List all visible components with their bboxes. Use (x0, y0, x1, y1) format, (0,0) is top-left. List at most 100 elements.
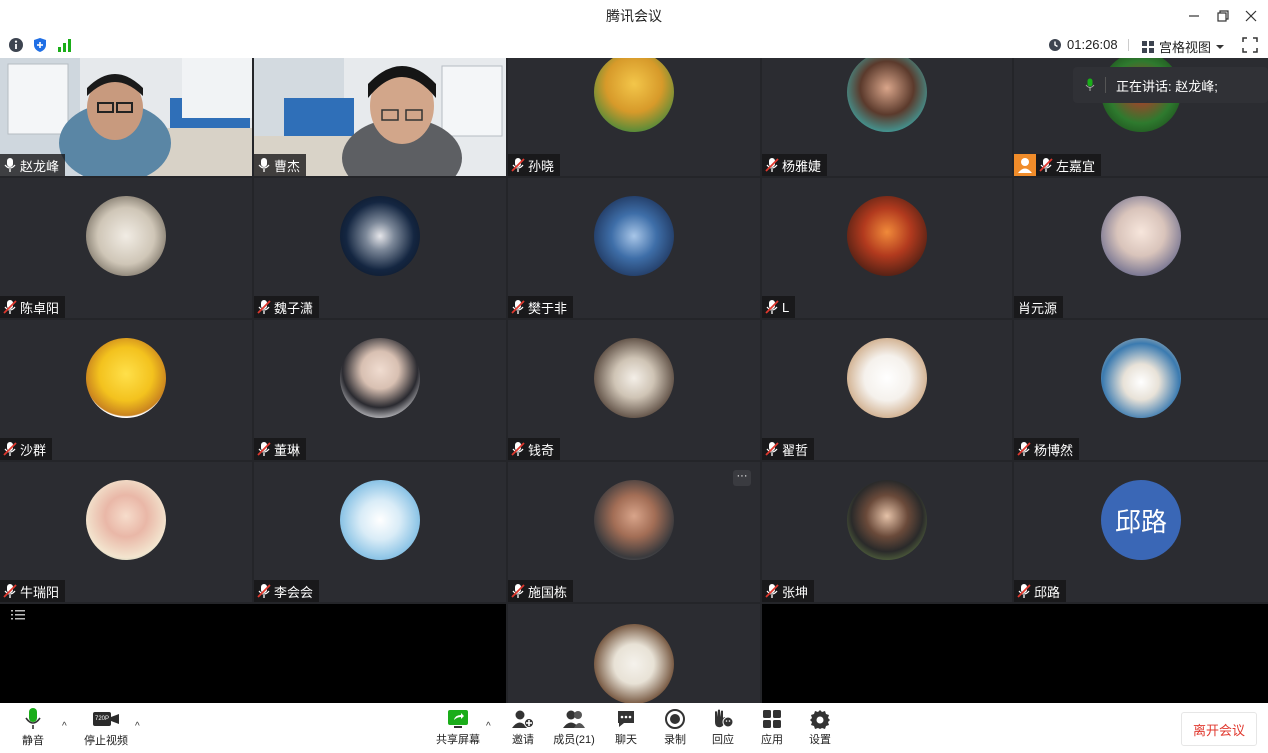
members-label: 成员(21) (553, 734, 595, 746)
microphone-muted-icon (257, 442, 271, 456)
video-options-caret-icon[interactable]: ^ (135, 721, 140, 732)
close-button[interactable] (1234, 0, 1268, 32)
camera-lens-icon (111, 714, 119, 724)
participant-tile[interactable]: 李会会 (254, 462, 506, 602)
microphone-muted-icon (765, 158, 779, 172)
invite-button[interactable]: 邀请 (508, 703, 538, 753)
participant-name: 邱路 (1034, 584, 1061, 600)
microphone-muted-icon (3, 442, 17, 456)
participant-tile[interactable]: 肖元源 (1014, 178, 1268, 318)
apps-grid-icon (763, 710, 781, 728)
record-icon (665, 709, 685, 729)
record-label: 录制 (664, 734, 686, 746)
participant-name: 孙晓 (528, 158, 555, 174)
fullscreen-icon[interactable] (1242, 37, 1258, 53)
list-icon[interactable] (10, 608, 26, 622)
view-switcher[interactable]: 宫格视图 (1141, 37, 1225, 56)
settings-button[interactable]: 设置 (806, 703, 834, 753)
participant-tile[interactable]: 邱路 邱路 (1014, 462, 1268, 602)
participant-name: 牛瑞阳 (20, 584, 60, 600)
participant-tile[interactable]: 孙晓 (508, 58, 760, 176)
participant-nametag: 张坤 (762, 580, 815, 602)
avatar (340, 480, 420, 560)
record-button[interactable]: 录制 (661, 703, 689, 753)
avatar (340, 338, 420, 418)
participant-tile[interactable]: 牛瑞阳 (0, 462, 252, 602)
participant-name: 翟哲 (782, 442, 809, 458)
raise-hand-icon (715, 709, 734, 728)
share-options-caret-icon[interactable]: ^ (486, 721, 491, 732)
video-quality-badge: 720P (93, 712, 111, 726)
signal-strength-icon[interactable] (57, 37, 73, 53)
participant-name: 左嘉宜 (1056, 158, 1096, 174)
chat-button[interactable]: 聊天 (612, 703, 640, 753)
participant-nametag: 杨雅婕 (762, 154, 828, 176)
share-screen-button[interactable]: 共享屏幕 (436, 703, 480, 753)
mute-button[interactable]: 静音 (20, 703, 46, 753)
bottom-toolbar: 静音 ^ 720P 停止视频 ^ 共享屏幕 ^ 邀请 成员(21) 聊天 录制 … (0, 703, 1268, 753)
participant-tile[interactable]: L (762, 178, 1012, 318)
microphone-icon (1085, 78, 1095, 91)
participant-tile[interactable]: 杨雅婕 (762, 58, 1012, 176)
invite-label: 邀请 (512, 734, 534, 746)
avatar-initials: 邱路 (1101, 480, 1181, 560)
avatar (86, 196, 166, 276)
microphone-muted-icon (257, 300, 271, 314)
reactions-label: 回应 (712, 734, 734, 746)
participant-tile[interactable] (508, 604, 760, 703)
caret-down-icon (1216, 44, 1225, 49)
participant-tile[interactable]: 杨博然 (1014, 320, 1268, 460)
avatar (86, 338, 166, 418)
gear-icon (810, 710, 830, 729)
participant-nametag: 施国栋 (508, 580, 574, 602)
participant-tile-video[interactable]: 曹杰 (254, 58, 506, 176)
microphone-muted-icon (511, 442, 525, 456)
participant-nametag: 翟哲 (762, 438, 815, 460)
participant-tile[interactable]: 董琳 (254, 320, 506, 460)
microphone-muted-icon (765, 442, 779, 456)
participant-tile-video[interactable]: 赵龙峰 (0, 58, 252, 176)
video-camera-icon: 720P (93, 708, 119, 730)
clock-icon (1049, 38, 1061, 51)
participant-nametag: 沙群 (0, 438, 53, 460)
avatar-initials-text: 邱路 (1114, 506, 1167, 537)
info-icon[interactable] (8, 37, 24, 53)
leave-meeting-button[interactable]: 离开会议 (1181, 712, 1257, 746)
meeting-timer: 01:26:08 (1048, 37, 1118, 52)
microphone-muted-icon (3, 584, 17, 598)
participant-tile[interactable]: 樊于非 (508, 178, 760, 318)
participant-tile[interactable]: 沙群 (0, 320, 252, 460)
meeting-info-bar: 01:26:08 宫格视图 (0, 32, 1268, 58)
empty-tile (762, 604, 1268, 703)
participant-nametag: 陈卓阳 (0, 296, 66, 318)
participant-tile[interactable]: 钱奇 (508, 320, 760, 460)
view-label: 宫格视图 (1159, 40, 1212, 55)
microphone-muted-icon (1017, 442, 1031, 456)
microphone-icon (258, 158, 270, 172)
participant-nametag: 樊于非 (508, 296, 574, 318)
stop-video-button[interactable]: 720P 停止视频 (84, 703, 128, 753)
timer-text: 01:26:08 (1067, 37, 1118, 52)
video-grid: 赵龙峰 曹杰 孙晓 杨雅婕 左嘉宜 陈卓阳 魏子潇 樊于非 L 肖元源 沙群 董… (0, 58, 1268, 703)
restore-icon (1217, 10, 1229, 22)
participant-tile[interactable]: 魏子潇 (254, 178, 506, 318)
reactions-button[interactable]: 回应 (709, 703, 737, 753)
user-avatar-icon (1014, 154, 1036, 176)
microphone-icon (25, 708, 41, 729)
more-options-button[interactable]: ··· (733, 470, 751, 486)
participant-name: 魏子潇 (274, 300, 314, 316)
avatar (594, 624, 674, 703)
mute-options-caret-icon[interactable]: ^ (62, 721, 67, 732)
participant-tile[interactable]: 施国栋 (508, 462, 760, 602)
participant-nametag: 曹杰 (254, 154, 307, 176)
security-shield-icon[interactable] (32, 37, 48, 53)
participant-tile[interactable]: 张坤 (762, 462, 1012, 602)
members-button[interactable]: 成员(21) (553, 703, 595, 753)
microphone-muted-icon (765, 584, 779, 598)
participant-tile[interactable]: 翟哲 (762, 320, 1012, 460)
participant-name: 杨雅婕 (782, 158, 822, 174)
apps-button[interactable]: 应用 (758, 703, 786, 753)
participant-name: L (782, 299, 790, 315)
avatar (594, 196, 674, 276)
participant-tile[interactable]: 陈卓阳 (0, 178, 252, 318)
